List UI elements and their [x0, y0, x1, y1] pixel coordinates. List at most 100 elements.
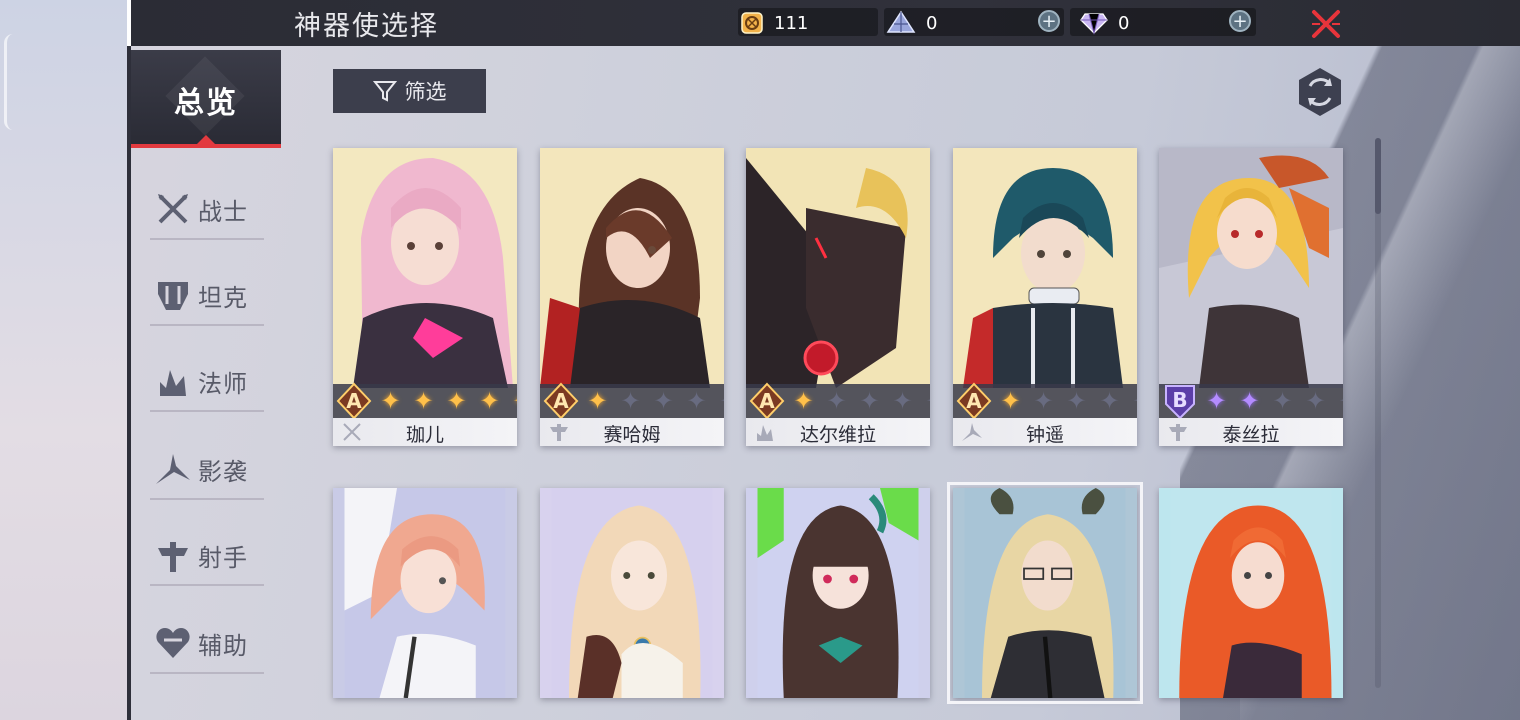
- name-bar: 钟遥: [953, 418, 1137, 446]
- divider-highlight: [127, 0, 131, 46]
- heart-icon: [156, 628, 190, 658]
- resource-coin: 111: [740, 8, 808, 38]
- add-crystal-button[interactable]: +: [1038, 10, 1060, 32]
- filter-button[interactable]: 筛选: [333, 69, 486, 113]
- character-name: 赛哈姆: [603, 424, 661, 446]
- star-icon: ✦: [1000, 387, 1021, 415]
- rank-bar: A ✦✦✦✦✦: [953, 382, 1137, 420]
- star-icon: ✦: [920, 387, 930, 415]
- star-icon: ✦: [1206, 387, 1227, 415]
- star-icon: ✦: [1066, 387, 1087, 415]
- star-icon: ✦: [653, 387, 674, 415]
- star-icon: ✦: [1127, 387, 1137, 415]
- character-portrait: [551, 488, 713, 698]
- star-rating: ✦✦✦✦✦: [995, 387, 1137, 415]
- decor-curve: [4, 34, 13, 130]
- tab-mage[interactable]: 法师: [150, 354, 264, 412]
- svg-text:A: A: [553, 389, 569, 413]
- star-icon: ✦: [892, 387, 913, 415]
- character-card[interactable]: A ✦✦✦✦✦ 钟遥: [953, 148, 1137, 446]
- star-icon: ✦: [446, 387, 467, 415]
- star-icon: ✦: [1033, 387, 1054, 415]
- add-diamond-button[interactable]: +: [1229, 10, 1251, 32]
- name-bar: 珈儿: [333, 418, 517, 446]
- name-bar: 泰丝拉: [1159, 418, 1343, 446]
- character-portrait: [953, 148, 1137, 388]
- magic-flame-icon: [160, 370, 186, 396]
- tab-label: 战士: [198, 198, 248, 226]
- star-icon: ✦: [380, 387, 401, 415]
- character-name: 珈儿: [405, 424, 444, 446]
- star-rating: ✦✦✦✦✦: [375, 387, 517, 415]
- character-portrait: [964, 488, 1126, 698]
- star-icon: ✦: [1099, 387, 1120, 415]
- funnel-icon: [372, 81, 397, 102]
- tab-label: 坦克: [198, 284, 248, 312]
- star-icon: ✦: [1333, 387, 1343, 415]
- character-card[interactable]: B ✦✦✦✦✦ 泰丝拉: [1159, 148, 1343, 446]
- tab-tank[interactable]: 坦克: [150, 268, 264, 326]
- rank-a-badge: A: [749, 382, 785, 420]
- character-portrait: [333, 148, 517, 388]
- star-icon: ✦: [587, 387, 608, 415]
- rank-a-badge: A: [336, 382, 372, 420]
- character-portrait: [344, 488, 506, 698]
- rank-bar: A ✦✦✦✦✦: [746, 382, 930, 420]
- star-icon: ✦: [714, 387, 724, 415]
- active-indicator: [197, 135, 215, 144]
- rank-a-badge: A: [956, 382, 992, 420]
- star-icon: ✦: [826, 387, 847, 415]
- close-icon[interactable]: [1310, 8, 1342, 40]
- character-card[interactable]: [333, 488, 517, 698]
- tab-label: 影袭: [198, 458, 248, 486]
- character-card[interactable]: A ✦✦✦✦✦ 赛哈姆: [540, 148, 724, 446]
- tab-assassin[interactable]: 影袭: [150, 442, 264, 500]
- refresh-icon[interactable]: [1296, 66, 1344, 118]
- svg-text:A: A: [759, 389, 775, 413]
- diamond-icon: [1080, 13, 1108, 35]
- name-bar: 赛哈姆: [540, 418, 724, 446]
- tab-overview[interactable]: 总览: [131, 50, 281, 148]
- character-name: 钟遥: [1025, 424, 1064, 446]
- star-icon: ✦: [1239, 387, 1260, 415]
- character-card[interactable]: [1159, 488, 1343, 698]
- star-icon: ✦: [1272, 387, 1293, 415]
- character-card[interactable]: [540, 488, 724, 698]
- crosshair-icon: [158, 542, 188, 572]
- tab-label: 法师: [198, 370, 248, 398]
- diamond-value: 0: [1118, 12, 1130, 34]
- star-rating: ✦✦✦✦✦: [582, 387, 724, 415]
- tab-warrior[interactable]: 战士: [150, 182, 264, 240]
- character-card[interactable]: A ✦✦✦✦✦ 珈儿: [333, 148, 517, 446]
- svg-text:B: B: [1172, 388, 1187, 412]
- character-portrait: [757, 488, 919, 698]
- character-portrait: [1170, 488, 1332, 698]
- rank-bar: B ✦✦✦✦✦: [1159, 384, 1343, 420]
- resource-diamond: 0: [1080, 8, 1129, 38]
- resource-crystal: 0: [886, 8, 937, 38]
- character-card[interactable]: A ✦✦✦✦✦ 达尔维拉: [746, 148, 930, 446]
- shuriken-icon: [156, 454, 190, 484]
- star-icon: ✦: [413, 387, 434, 415]
- character-card[interactable]: [746, 488, 930, 698]
- scrollbar[interactable]: [1375, 138, 1381, 688]
- character-card-selected[interactable]: [947, 482, 1143, 704]
- character-portrait: [746, 148, 930, 388]
- tab-marksman[interactable]: 射手: [150, 528, 264, 586]
- character-name: 达尔维拉: [799, 424, 876, 446]
- coin-value: 111: [774, 12, 809, 34]
- left-background: [0, 0, 128, 720]
- rank-a-badge: A: [543, 382, 579, 420]
- coin-icon: [741, 12, 763, 34]
- scrollbar-thumb[interactable]: [1375, 138, 1381, 214]
- tab-support[interactable]: 辅助: [150, 616, 264, 674]
- character-portrait: [540, 148, 724, 388]
- name-bar: 达尔维拉: [746, 418, 930, 446]
- svg-text:A: A: [966, 389, 982, 413]
- pyramid-crystal-icon: [886, 10, 916, 33]
- rank-bar: A ✦✦✦✦✦: [333, 382, 517, 420]
- star-rating: ✦✦✦✦✦: [1201, 387, 1343, 415]
- overview-label: 总览: [174, 86, 238, 121]
- crystal-value: 0: [926, 12, 938, 34]
- star-rating: ✦✦✦✦✦: [788, 387, 930, 415]
